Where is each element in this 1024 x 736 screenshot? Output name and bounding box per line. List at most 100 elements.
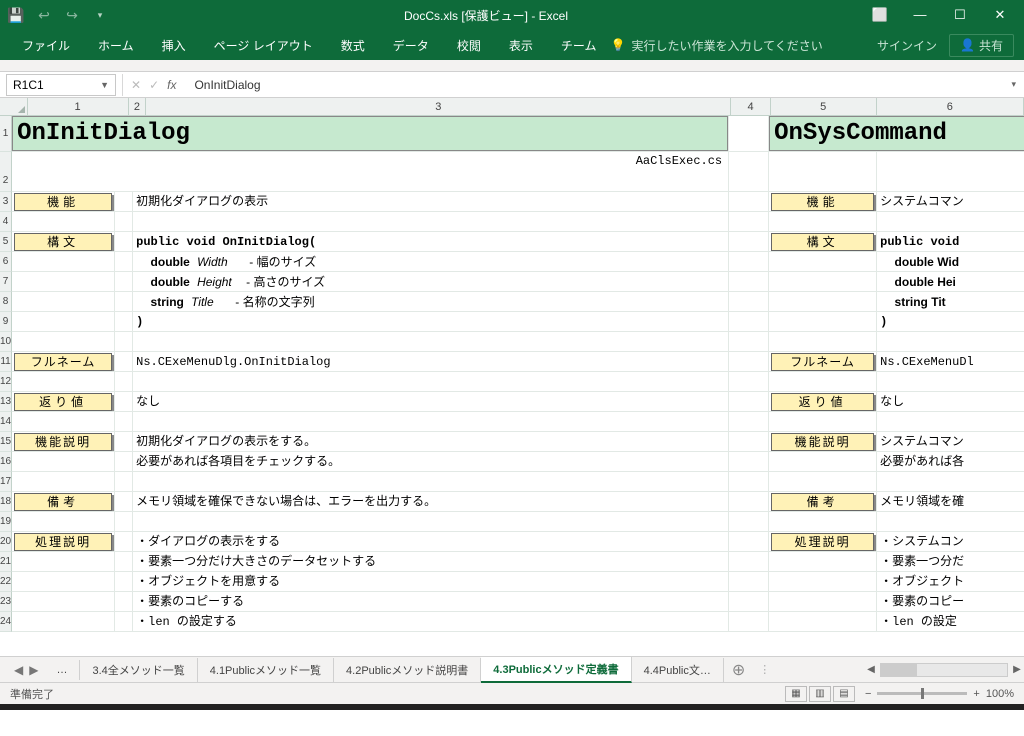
row-header[interactable]: 11 — [0, 352, 12, 372]
cell[interactable]: double Width - 幅のサイズ — [133, 252, 729, 271]
row-header[interactable]: 3 — [0, 192, 12, 212]
name-box[interactable]: R1C1 ▼ — [6, 74, 116, 96]
cell[interactable]: Ns.CExeMenuDlg.OnInitDialog — [133, 352, 729, 371]
label-return-r[interactable]: 返り値 — [771, 393, 874, 411]
fx-icon[interactable]: fx — [167, 78, 176, 92]
scroll-track[interactable] — [880, 663, 1008, 677]
label-fullname[interactable]: フルネーム — [14, 353, 112, 371]
label-bikou-r[interactable]: 備考 — [771, 493, 874, 511]
label-koubun[interactable]: 構文 — [14, 233, 112, 251]
row-header[interactable]: 24 — [0, 612, 12, 632]
sheet-tab[interactable]: 4.4Public文… — [632, 658, 724, 682]
zoom-out-button[interactable]: − — [865, 688, 871, 700]
row-header[interactable]: 7 — [0, 272, 12, 292]
save-icon[interactable]: 💾 — [8, 7, 24, 23]
tab-file[interactable]: ファイル — [8, 31, 84, 60]
cell[interactable]: ・要素一つ分だけ大きさのデータセットする — [133, 552, 729, 571]
row-header[interactable]: 23 — [0, 592, 12, 612]
col-header[interactable]: 2 — [129, 98, 147, 115]
tab-pagelayout[interactable]: ページ レイアウト — [200, 31, 327, 60]
sheet-tab[interactable]: 3.4全メソッド一覧 — [80, 658, 197, 682]
cell[interactable]: Ns.CExeMenuDl — [877, 352, 1024, 371]
maximize-button[interactable]: ☐ — [944, 7, 976, 23]
cell[interactable]: 初期化ダイアログの表示をする。 — [133, 432, 729, 451]
tab-view[interactable]: 表示 — [495, 31, 547, 60]
zoom-level[interactable]: 100% — [986, 688, 1014, 700]
close-button[interactable]: ✕ — [984, 7, 1016, 23]
enter-icon[interactable]: ✓ — [149, 78, 159, 92]
cell[interactable]: ・要素のコピーする — [133, 592, 729, 611]
cell[interactable]: double Hei — [877, 272, 1024, 291]
tab-insert[interactable]: 挿入 — [148, 31, 200, 60]
chevron-down-icon[interactable]: ▼ — [100, 80, 109, 90]
normal-view-icon[interactable]: ▦ — [785, 686, 807, 702]
row-header[interactable]: 6 — [0, 252, 12, 272]
filename-cell[interactable]: AaClsExec.cs — [12, 152, 729, 191]
formula-input[interactable]: OnInitDialog — [184, 78, 1003, 92]
title-banner-right[interactable]: OnSysCommand — [769, 116, 1024, 151]
cell[interactable]: なし — [877, 392, 1024, 411]
tab-review[interactable]: 校閲 — [443, 31, 495, 60]
cell[interactable]: ) — [877, 312, 1024, 331]
share-button[interactable]: 👤 共有 — [949, 34, 1014, 57]
tab-home[interactable]: ホーム — [84, 31, 148, 60]
row-header[interactable]: 10 — [0, 332, 12, 352]
col-header[interactable]: 4 — [731, 98, 770, 115]
ribbon-display-icon[interactable]: ⬜ — [864, 7, 896, 23]
cell[interactable]: メモリ領域を確 — [877, 492, 1024, 511]
row-header[interactable]: 21 — [0, 552, 12, 572]
col-header[interactable]: 3 — [146, 98, 731, 115]
row-header[interactable]: 18 — [0, 492, 12, 512]
col-header[interactable]: 5 — [771, 98, 877, 115]
cell[interactable]: ・ダイアログの表示をする — [133, 532, 729, 551]
cell[interactable]: ・len の設定 — [877, 612, 1024, 631]
label-bikou[interactable]: 備考 — [14, 493, 112, 511]
scroll-right-icon[interactable]: ▶ — [1010, 664, 1024, 675]
row-header[interactable]: 20 — [0, 532, 12, 552]
cell[interactable]: string Tit — [877, 292, 1024, 311]
cell[interactable]: ・オブジェクトを用意する — [133, 572, 729, 591]
qat-customize-icon[interactable]: ▾ — [92, 7, 108, 23]
cell[interactable]: ・システムコン — [877, 532, 1024, 551]
cell[interactable]: ・len の設定する — [133, 612, 729, 631]
row-header[interactable]: 19 — [0, 512, 12, 532]
label-return[interactable]: 返り値 — [14, 393, 112, 411]
row-header[interactable]: 17 — [0, 472, 12, 492]
signin-link[interactable]: サインイン — [877, 37, 937, 54]
label-fullname-r[interactable]: フルネーム — [771, 353, 874, 371]
select-all-corner[interactable] — [0, 98, 28, 115]
cell[interactable]: double Wid — [877, 252, 1024, 271]
cell[interactable]: ・オブジェクト — [877, 572, 1024, 591]
tab-data[interactable]: データ — [379, 31, 443, 60]
label-kinou-r[interactable]: 機能 — [771, 193, 874, 211]
add-sheet-button[interactable]: ⊕ — [724, 660, 753, 680]
cells-area[interactable]: OnInitDialog OnSysCommand AaClsExec.cs 機… — [12, 116, 1024, 632]
cancel-icon[interactable]: ✕ — [131, 78, 141, 92]
sheet-tab[interactable]: 4.1Publicメソッド一覧 — [198, 658, 334, 682]
row-header[interactable]: 14 — [0, 412, 12, 432]
label-desc[interactable]: 機能説明 — [14, 433, 112, 451]
sheet-tab-active[interactable]: 4.3Publicメソッド定義書 — [481, 657, 631, 683]
cell[interactable]: string Title - 名称の文字列 — [133, 292, 729, 311]
cell[interactable]: ・要素一つ分だ — [877, 552, 1024, 571]
tab-team[interactable]: チーム — [547, 31, 611, 60]
cell[interactable]: なし — [133, 392, 729, 411]
zoom-in-button[interactable]: + — [973, 688, 979, 700]
redo-icon[interactable]: ↪ — [64, 7, 80, 23]
row-header[interactable]: 2 — [0, 152, 12, 192]
col-header[interactable]: 6 — [877, 98, 1024, 115]
cell[interactable]: システムコマン — [877, 192, 1024, 211]
row-header[interactable]: 15 — [0, 432, 12, 452]
sheet-nav-prev-icon[interactable]: ◀ — [14, 663, 23, 677]
cell[interactable]: double Height - 高さのサイズ — [133, 272, 729, 291]
cell[interactable]: 初期化ダイアログの表示 — [133, 192, 729, 211]
label-proc-r[interactable]: 処理説明 — [771, 533, 874, 551]
minimize-button[interactable]: — — [904, 7, 936, 23]
cell[interactable]: ) — [133, 312, 729, 331]
row-header[interactable]: 12 — [0, 372, 12, 392]
tab-formulas[interactable]: 数式 — [327, 31, 379, 60]
row-header[interactable]: 9 — [0, 312, 12, 332]
cell[interactable]: 必要があれば各項目をチェックする。 — [133, 452, 729, 471]
cell[interactable]: ・要素のコピー — [877, 592, 1024, 611]
cell[interactable]: public void — [877, 232, 1024, 251]
